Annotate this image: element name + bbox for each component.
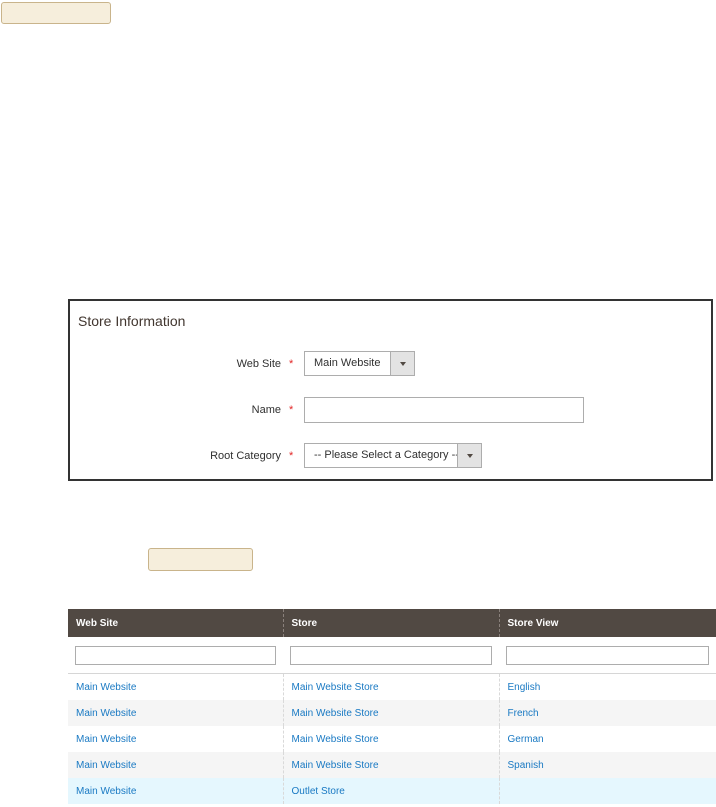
website-select-arrow[interactable] (390, 352, 414, 375)
website-link[interactable]: Main Website (68, 700, 283, 726)
store-link[interactable]: Main Website Store (282, 726, 499, 752)
table-row[interactable]: Main Website Main Website Store Spanish (68, 752, 716, 778)
table-row-selected[interactable]: Main Website Outlet Store (68, 778, 716, 804)
root-category-select-value: -- Please Select a Category -- (314, 449, 457, 461)
required-mark: * (289, 358, 294, 370)
filter-cell (283, 637, 499, 674)
name-field-row: Name * (70, 397, 711, 423)
name-input[interactable] (304, 397, 584, 423)
website-filter-input[interactable] (75, 645, 276, 665)
store-link[interactable]: Main Website Store (282, 673, 499, 700)
root-category-label: Root Category (210, 450, 281, 462)
website-link[interactable]: Main Website (68, 778, 283, 804)
column-header-store[interactable]: Store (282, 609, 499, 637)
store-view-link[interactable]: French (498, 700, 716, 726)
required-mark: * (289, 404, 294, 416)
chevron-down-icon (399, 361, 406, 366)
store-view-filter-input[interactable] (506, 645, 709, 665)
page: Store Information Web Site * Main Websit… (0, 0, 716, 807)
store-link[interactable]: Outlet Store (282, 778, 499, 804)
table-row[interactable]: Main Website Main Website Store French (68, 700, 716, 726)
grid-header-row: Web Site Store Store View (68, 609, 716, 637)
website-link[interactable]: Main Website (68, 752, 283, 778)
filter-cell (68, 637, 283, 674)
filter-cell (499, 637, 716, 674)
store-view-link[interactable]: English (498, 673, 716, 700)
table-row[interactable]: Main Website Main Website Store German (68, 726, 716, 752)
name-label: Name (251, 404, 281, 416)
website-link[interactable]: Main Website (68, 673, 283, 700)
website-link[interactable]: Main Website (68, 726, 283, 752)
highlight-callout (148, 548, 253, 571)
website-select[interactable]: Main Website (304, 351, 415, 376)
table-row[interactable]: Main Website Main Website Store English (68, 673, 716, 700)
store-link[interactable]: Main Website Store (282, 752, 499, 778)
panel-title: Store Information (78, 313, 186, 329)
root-category-select[interactable]: -- Please Select a Category -- (304, 443, 482, 468)
store-view-link[interactable]: Spanish (498, 752, 716, 778)
store-link[interactable]: Main Website Store (282, 700, 499, 726)
required-mark: * (289, 450, 294, 462)
store-view-link[interactable]: German (498, 726, 716, 752)
root-category-field-row: Root Category * -- Please Select a Categ… (70, 443, 711, 469)
website-label: Web Site (236, 358, 281, 370)
filter-row (68, 637, 716, 674)
highlight-callout (1, 2, 111, 24)
chevron-down-icon (466, 453, 473, 458)
column-header-website[interactable]: Web Site (68, 609, 283, 637)
store-information-panel: Store Information Web Site * Main Websit… (68, 299, 713, 481)
column-header-store-view[interactable]: Store View (498, 609, 716, 637)
stores-grid: Web Site Store Store View Main Website M… (68, 609, 716, 804)
website-field-row: Web Site * Main Website (70, 351, 711, 377)
store-view-link[interactable] (498, 778, 716, 804)
store-filter-input[interactable] (290, 645, 492, 665)
root-category-select-arrow[interactable] (457, 444, 481, 467)
website-select-value: Main Website (314, 357, 381, 369)
